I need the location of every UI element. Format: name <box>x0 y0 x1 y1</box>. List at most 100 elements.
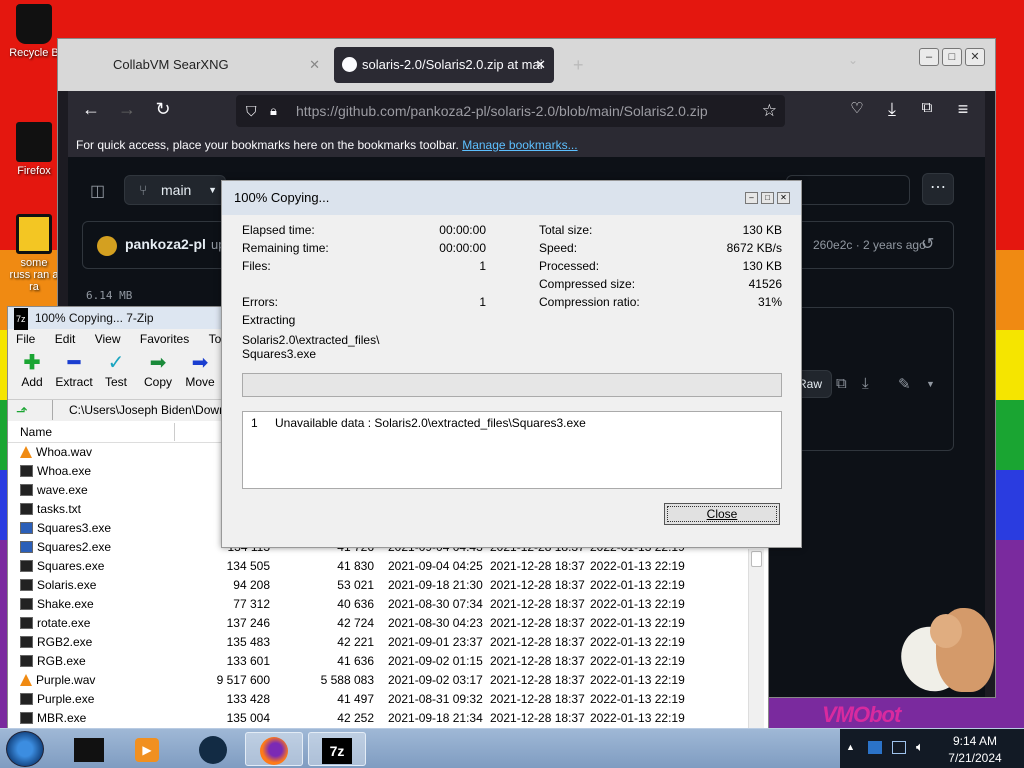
extensions-icon[interactable]: ⧉ <box>914 99 940 116</box>
move-button[interactable]: ➡ Move <box>179 351 221 389</box>
manage-bookmarks-link[interactable]: Manage bookmarks... <box>462 138 577 152</box>
table-row[interactable]: Shake.exe 77 312 40 636 2021-08-30 07:34 202… <box>20 595 740 614</box>
file-name: Purple.wav <box>36 673 96 687</box>
avatar <box>97 236 117 256</box>
desktop-icon-label: Recycle B <box>9 47 59 59</box>
up-folder-icon[interactable]: ⬏ <box>16 401 28 421</box>
table-row[interactable]: Purple.exe 133 428 41 497 2021-08-31 09:32 2… <box>20 690 740 709</box>
branch-name: main <box>161 182 192 198</box>
tab-searxng[interactable]: CollabVM SearXNG ✕ <box>103 47 328 83</box>
file-size: 137 246 <box>226 616 270 630</box>
desktop-icon-label: Firefox <box>17 165 51 177</box>
copy-icon[interactable]: ⧉ <box>836 375 847 392</box>
edit-dropdown-icon[interactable]: ▼ <box>926 379 935 389</box>
volume-icon[interactable]: 🔈︎ <box>916 739 924 755</box>
bookmark-star-icon[interactable]: ☆ <box>762 95 777 127</box>
dialog-title-bar: 100% Copying... – □ ✕ <box>222 181 801 215</box>
file-name: Squares.exe <box>37 559 105 573</box>
minimize-button[interactable]: – <box>919 48 939 66</box>
file-icon <box>16 214 52 254</box>
errors-value: 1 <box>479 295 486 309</box>
file-name: Whoa.exe <box>37 464 92 478</box>
error-list[interactable]: 1 Unavailable data : Solaris2.0\extracte… <box>242 411 782 489</box>
table-row[interactable]: Purple.wav 9 517 600 5 588 083 2021-09-02 0… <box>20 671 740 690</box>
commit-info[interactable]: 260e2c · 2 years ago <box>813 238 926 252</box>
exe-file-icon <box>20 655 33 667</box>
lock-icon: 🔒︎ <box>270 103 277 118</box>
forward-icon[interactable]: → <box>114 99 140 120</box>
file-size: 9 517 600 <box>216 673 270 687</box>
total-size-value: 130 KB <box>742 223 782 237</box>
table-row[interactable]: Squares.exe 134 505 41 830 2021-09-04 04:25… <box>20 557 740 576</box>
table-row[interactable]: rotate.exe 137 246 42 724 2021-08-30 04:23 2… <box>20 614 740 633</box>
file-name: RGB.exe <box>37 654 86 668</box>
progress-fill <box>243 374 781 396</box>
desktop-icon-recycle-bin[interactable]: Recycle B <box>4 4 64 59</box>
reload-icon[interactable]: ↻ <box>150 99 176 120</box>
taskbar-media-player[interactable]: ▶ <box>118 732 176 766</box>
file-accessed: 2022-01-13 22:19 <box>590 616 685 630</box>
sidebar-toggle-icon[interactable]: ◫ <box>90 181 105 201</box>
taskbar-7zip[interactable]: 7z <box>308 732 366 766</box>
progress-bar <box>242 373 782 397</box>
copy-button[interactable]: ➡ Copy <box>137 351 179 389</box>
dialog-minimize-button[interactable]: – <box>745 192 758 204</box>
tab-list-icon[interactable]: ⌄ <box>848 53 858 67</box>
close-button[interactable]: Close <box>664 503 780 525</box>
close-tab-icon[interactable]: ✕ <box>535 47 546 83</box>
tray-arrow-icon[interactable]: ▲ <box>846 742 855 752</box>
action-center-icon[interactable] <box>868 741 882 754</box>
menu-view[interactable]: View <box>87 332 129 346</box>
table-row[interactable]: Solaris.exe 94 208 53 021 2021-09-18 21:30 2… <box>20 576 740 595</box>
menu-favorites[interactable]: Favorites <box>132 332 197 346</box>
history-icon[interactable]: ↺ <box>921 234 934 254</box>
download-icon[interactable]: ⤓ <box>862 375 869 392</box>
commit-author[interactable]: pankoza2-pl <box>125 236 206 252</box>
pocket-icon[interactable]: ♡ <box>844 99 870 117</box>
more-options-button[interactable]: ⋯ <box>922 173 954 205</box>
file-search-input[interactable] <box>786 175 910 205</box>
tab-github[interactable]: solaris-2.0/Solaris2.0.zip at mai ✕ <box>334 47 554 83</box>
taskbar-firefox[interactable] <box>245 732 303 766</box>
maximize-button[interactable]: □ <box>942 48 962 66</box>
add-button[interactable]: ✚ Add <box>11 351 53 389</box>
back-icon[interactable]: ← <box>78 99 104 120</box>
branch-selector[interactable]: ⑂ main ▼ <box>124 175 226 205</box>
audio-file-icon <box>20 674 32 686</box>
edit-icon[interactable]: ✎ <box>898 375 911 393</box>
new-tab-button[interactable]: + <box>563 47 594 83</box>
clock-time[interactable]: 9:14 AM <box>940 734 1010 748</box>
scrollbar-thumb[interactable] <box>751 551 762 567</box>
table-row[interactable]: RGB2.exe 135 483 42 221 2021-09-01 23:37 202… <box>20 633 740 652</box>
url-bar[interactable]: ⛉ 🔒︎ https://github.com/pankoza2-pl/sola… <box>236 95 785 127</box>
taskbar-app-3[interactable] <box>184 732 242 766</box>
vertical-scrollbar[interactable] <box>748 549 764 737</box>
file-name: wave.exe <box>37 483 88 497</box>
close-tab-icon[interactable]: ✕ <box>309 47 320 83</box>
desktop-icon-file[interactable]: some russ ran a ra <box>4 214 64 293</box>
speed-label: Speed: <box>539 241 578 255</box>
menu-file[interactable]: File <box>8 332 43 346</box>
downloads-icon[interactable]: ⤓ <box>879 99 905 120</box>
menu-icon[interactable]: ≡ <box>950 99 976 120</box>
bookmarks-toolbar: For quick access, place your bookmarks h… <box>68 133 985 157</box>
network-icon[interactable] <box>892 741 906 754</box>
extract-button[interactable]: ━ Extract <box>53 351 95 389</box>
dialog-maximize-button[interactable]: □ <box>761 192 774 204</box>
taskbar-app-1[interactable] <box>60 732 118 766</box>
dialog-close-icon[interactable]: ✕ <box>777 192 790 204</box>
compression-ratio-value: 31% <box>757 295 782 309</box>
window-title: 100% Copying... 7-Zip <box>34 311 154 325</box>
test-button[interactable]: ✓ Test <box>95 351 137 389</box>
close-window-button[interactable]: ✕ <box>965 48 985 66</box>
column-name-header[interactable]: Name <box>20 425 52 439</box>
clock-date[interactable]: 7/21/2024 <box>940 751 1010 765</box>
table-row[interactable]: MBR.exe 135 004 42 252 2021-09-18 21:34 2021… <box>20 709 740 728</box>
desktop-icon-firefox[interactable]: Firefox <box>4 122 64 177</box>
table-row[interactable]: RGB.exe 133 601 41 636 2021-09-02 01:15 2021… <box>20 652 740 671</box>
file-modified: 2021-08-31 09:32 <box>388 692 483 706</box>
file-created: 2021-12-28 18:37 <box>490 635 585 649</box>
start-button[interactable] <box>6 731 44 767</box>
menu-edit[interactable]: Edit <box>47 332 84 346</box>
chevron-down-icon: ▼ <box>208 185 217 195</box>
